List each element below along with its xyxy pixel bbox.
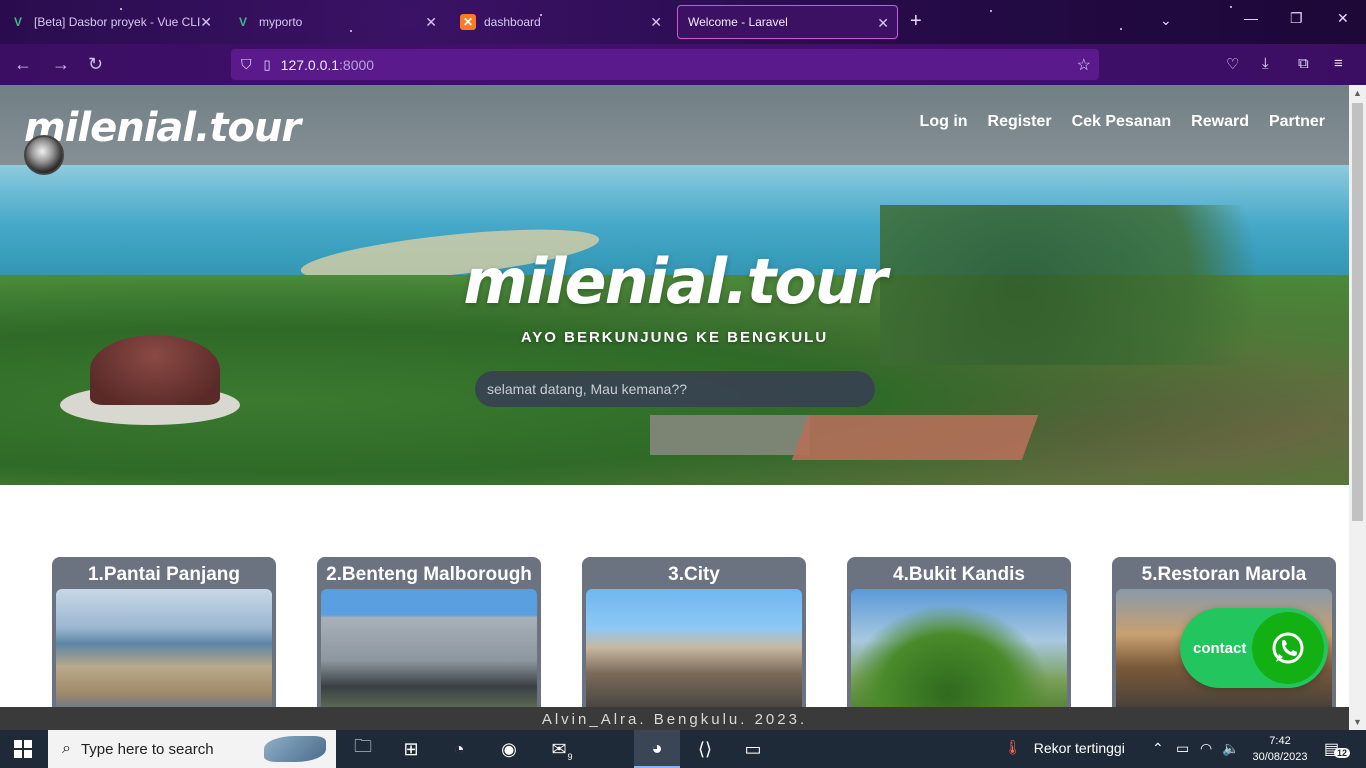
site-footer: Alvin_Alra. Bengkulu. 2023. bbox=[0, 707, 1349, 730]
browser-tab-bar: V [Beta] Dasbor proyek - Vue CLI ✕ V myp… bbox=[0, 0, 1366, 44]
nav-cek-pesanan[interactable]: Cek Pesanan bbox=[1072, 113, 1172, 131]
card-image bbox=[586, 589, 802, 707]
back-icon[interactable]: ← bbox=[14, 54, 32, 75]
terminal-icon[interactable]: ▭ bbox=[730, 730, 776, 768]
tab-label: Welcome - Laravel bbox=[688, 15, 788, 29]
mail-badge: 9 bbox=[564, 751, 576, 763]
search-highlight-image bbox=[264, 736, 326, 762]
contact-label: contact bbox=[1193, 639, 1247, 657]
new-tab-icon[interactable]: + bbox=[910, 10, 922, 33]
mail-icon[interactable]: ✉ 9 bbox=[536, 730, 582, 768]
close-tab-icon[interactable]: ✕ bbox=[425, 14, 437, 31]
url-host: 127.0.0.1 bbox=[280, 56, 340, 73]
card-image bbox=[851, 589, 1067, 707]
notification-count: 12 bbox=[1334, 748, 1351, 758]
card-title: 3.City bbox=[668, 564, 720, 585]
destination-cards: 1.Pantai Panjang 2.Benteng Malborough 3.… bbox=[52, 557, 1349, 707]
bookmark-star-icon[interactable]: ☆ bbox=[1077, 55, 1091, 75]
address-bar[interactable]: ⛉ ▯ 127.0.0.1:8000 ☆ bbox=[231, 49, 1099, 80]
spotify-icon[interactable]: ◉ bbox=[486, 730, 532, 768]
wifi-icon[interactable]: ◠ bbox=[1200, 740, 1212, 757]
card-image bbox=[321, 589, 537, 707]
clock-time: 7:42 bbox=[1269, 735, 1291, 747]
page-viewport: milenial.tour Log in Register Cek Pesana… bbox=[0, 85, 1349, 707]
windows-taskbar: ⌕ Type here to search 🗀 ⊞ ◔ ◉ ✉ 9 ◕ ⟨⟩ ▭ … bbox=[0, 730, 1366, 768]
browser-nav-bar: ← → ↻ ⛉ ▯ 127.0.0.1:8000 ☆ ♡ ⤓ ⧉ ≡ bbox=[0, 44, 1366, 85]
shield-icon[interactable]: ⛉ bbox=[241, 56, 252, 73]
restore-icon[interactable]: ❐ bbox=[1290, 10, 1303, 27]
windows-start-icon[interactable] bbox=[14, 740, 32, 758]
edge-icon[interactable]: ◔ bbox=[436, 730, 482, 768]
destination-card[interactable]: 3.City bbox=[582, 557, 806, 707]
clock-date: 30/08/2023 bbox=[1252, 751, 1308, 763]
tab-welcome-laravel[interactable]: Welcome - Laravel ✕ bbox=[677, 5, 898, 39]
volume-icon[interactable]: 🔈 bbox=[1222, 740, 1239, 757]
weather-text: Rekor tertinggi bbox=[1033, 739, 1125, 756]
page-scrollbar[interactable]: ▲ ▼ bbox=[1349, 85, 1366, 730]
chevron-up-icon[interactable]: ⌃ bbox=[1152, 740, 1164, 757]
card-title: 2.Benteng Malborough bbox=[326, 564, 532, 585]
vue-icon: V bbox=[13, 15, 22, 29]
weather-widget[interactable]: 🌡 Rekor tertinggi bbox=[1004, 739, 1125, 756]
destination-search-input[interactable] bbox=[475, 371, 875, 407]
scroll-up-icon[interactable]: ▲ bbox=[1353, 88, 1362, 98]
extensions-icon[interactable]: ⧉ bbox=[1298, 55, 1309, 72]
tab-label: dashboard bbox=[484, 15, 541, 29]
close-tab-icon[interactable]: ✕ bbox=[650, 14, 662, 31]
forward-icon[interactable]: → bbox=[52, 54, 70, 75]
tab-vue-cli[interactable]: V [Beta] Dasbor proyek - Vue CLI ✕ bbox=[0, 5, 220, 39]
nav-reward[interactable]: Reward bbox=[1191, 113, 1249, 131]
notification-icon[interactable]: ▤ 12 bbox=[1324, 739, 1351, 759]
menu-icon[interactable]: ≡ bbox=[1334, 55, 1343, 72]
hero-title: milenial.tour bbox=[463, 245, 887, 318]
close-window-icon[interactable]: ✕ bbox=[1337, 10, 1349, 27]
chevron-down-icon[interactable]: ⌄ bbox=[1160, 12, 1172, 29]
firefox-icon[interactable]: ◕ bbox=[634, 730, 680, 768]
top-navigation: Log in Register Cek Pesanan Reward Partn… bbox=[920, 113, 1325, 131]
tab-dashboard[interactable]: ✕ dashboard ✕ bbox=[450, 5, 670, 39]
tab-myporto[interactable]: V myporto ✕ bbox=[225, 5, 445, 39]
hero-subtitle: AYO BERKUNJUNG KE BENGKULU bbox=[520, 329, 829, 346]
hero-banner: milenial.tour Log in Register Cek Pesana… bbox=[0, 85, 1349, 485]
thermometer-icon: 🌡 bbox=[1004, 739, 1022, 755]
search-icon: ⌕ bbox=[62, 740, 71, 757]
whatsapp-icon bbox=[1252, 612, 1324, 684]
nav-partner[interactable]: Partner bbox=[1269, 113, 1325, 131]
taskbar-search-box[interactable]: ⌕ Type here to search bbox=[48, 730, 336, 768]
battery-icon[interactable]: ▭ bbox=[1176, 740, 1189, 757]
tab-label: [Beta] Dasbor proyek - Vue CLI bbox=[34, 15, 201, 29]
xampp-icon: ✕ bbox=[460, 14, 476, 30]
minimize-icon[interactable]: — bbox=[1244, 10, 1258, 26]
scrollbar-thumb[interactable] bbox=[1352, 103, 1363, 521]
destination-card[interactable]: 2.Benteng Malborough bbox=[317, 557, 541, 707]
nav-register[interactable]: Register bbox=[988, 113, 1052, 131]
url-port: :8000 bbox=[339, 56, 375, 73]
destination-card[interactable]: 4.Bukit Kandis bbox=[847, 557, 1071, 707]
card-image bbox=[56, 589, 272, 707]
nav-login[interactable]: Log in bbox=[920, 113, 968, 131]
download-icon[interactable]: ⤓ bbox=[1262, 55, 1269, 72]
microsoft-store-icon[interactable]: ⊞ bbox=[388, 730, 434, 768]
file-explorer-icon[interactable]: 🗀 bbox=[340, 730, 386, 768]
close-tab-icon[interactable]: ✕ bbox=[200, 14, 212, 31]
avatar[interactable] bbox=[24, 135, 64, 175]
scroll-down-icon[interactable]: ▼ bbox=[1353, 717, 1362, 727]
page-icon: ▯ bbox=[263, 56, 271, 72]
tab-label: myporto bbox=[259, 15, 303, 29]
card-title: 1.Pantai Panjang bbox=[87, 564, 241, 585]
vscode-icon[interactable]: ⟨⟩ bbox=[682, 730, 728, 768]
url-text[interactable]: 127.0.0.1:8000 bbox=[281, 57, 374, 73]
reload-icon[interactable]: ↻ bbox=[88, 54, 103, 75]
vue-icon: V bbox=[238, 15, 247, 29]
taskbar-search-placeholder: Type here to search bbox=[80, 740, 214, 758]
pocket-icon[interactable]: ♡ bbox=[1226, 55, 1239, 73]
card-title: 5.Restoran Marola bbox=[1141, 564, 1307, 585]
system-clock[interactable]: 7:42 30/08/2023 bbox=[1240, 733, 1320, 765]
contact-whatsapp-button[interactable]: contact bbox=[1180, 608, 1328, 688]
site-logo[interactable]: milenial.tour bbox=[24, 105, 301, 151]
destination-card[interactable]: 1.Pantai Panjang bbox=[52, 557, 276, 707]
close-tab-icon[interactable]: ✕ bbox=[877, 15, 889, 32]
card-title: 4.Bukit Kandis bbox=[893, 564, 1025, 585]
